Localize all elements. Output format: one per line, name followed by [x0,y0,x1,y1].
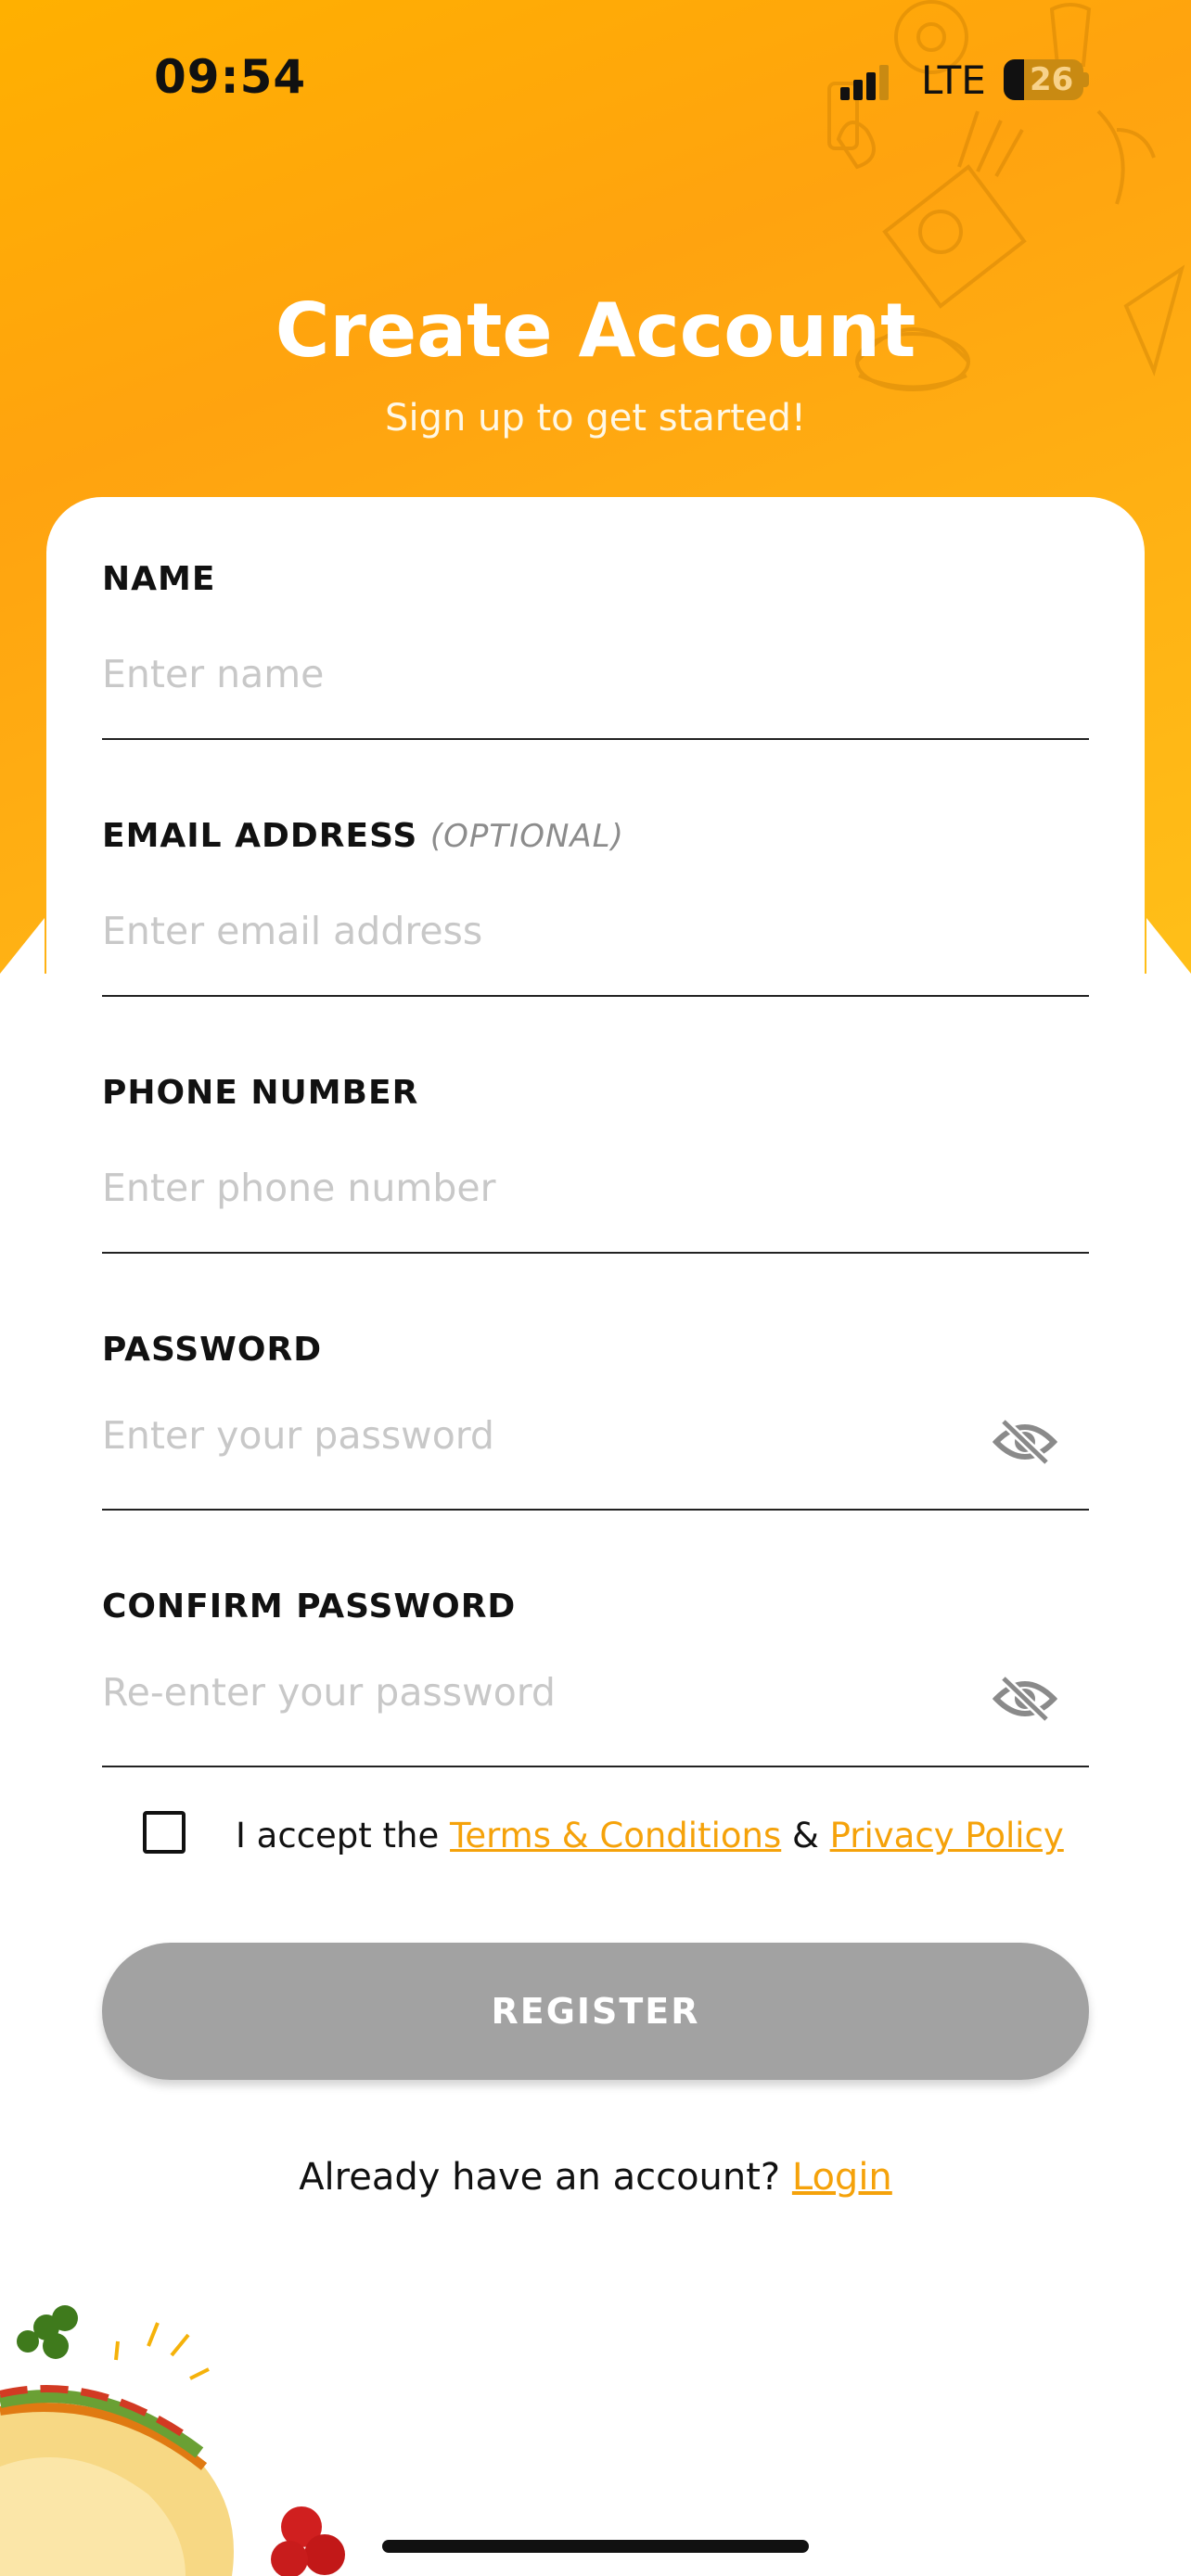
confirm-password-input[interactable] [102,1664,992,1720]
terms-text: I accept the Terms & Conditions & Privac… [236,1816,1064,1855]
phone-underline [102,1252,1089,1254]
phone-input[interactable] [102,1160,992,1216]
email-optional-label: (OPTIONAL) [429,818,624,855]
email-input[interactable] [102,903,992,959]
password-field: PASSWORD [102,1331,1089,1512]
header-corner-left [0,918,45,974]
network-type: LTE [921,57,986,103]
name-label: NAME [102,560,216,598]
confirm-password-field: CONFIRM PASSWORD [102,1588,1089,1769]
confirm-password-underline [102,1766,1089,1767]
header-corner-right [1146,918,1191,974]
confirm-password-label: CONFIRM PASSWORD [102,1588,517,1626]
phone-label: PHONE NUMBER [102,1074,419,1112]
terms-checkbox[interactable] [143,1811,186,1854]
email-field: EMAIL ADDRESS (OPTIONAL) [102,817,1089,999]
taco-illustration [0,2305,345,2576]
password-underline [102,1509,1089,1511]
name-input[interactable] [102,646,992,702]
terms-conditions-link[interactable]: Terms & Conditions [450,1816,781,1855]
battery-percentage: 26 [1030,61,1074,98]
page-title: Create Account [275,287,916,374]
phone-field: PHONE NUMBER [102,1074,1089,1256]
login-link[interactable]: Login [792,2156,892,2199]
eye-off-icon[interactable] [992,1416,1057,1468]
email-label-text: EMAIL ADDRESS [102,817,418,855]
name-underline [102,738,1089,740]
status-bar-time: 09:54 [154,50,307,104]
password-input[interactable] [102,1408,992,1463]
register-button[interactable]: REGISTER [102,1943,1089,2080]
terms-prefix: I accept the [236,1816,440,1855]
battery-tip [1083,72,1089,87]
email-label: EMAIL ADDRESS (OPTIONAL) [102,817,1089,855]
battery-level-fill [1004,59,1024,100]
page-subtitle: Sign up to get started! [385,397,806,440]
signal-icon [840,65,889,100]
name-field: NAME [102,560,1089,742]
form-card [46,497,1145,2576]
terms-separator: & [792,1816,819,1855]
login-prompt-text: Already have an account? [299,2156,781,2199]
email-underline [102,995,1089,997]
battery-icon: 26 [1004,59,1083,100]
privacy-policy-link[interactable]: Privacy Policy [830,1816,1064,1855]
eye-off-icon[interactable] [992,1673,1057,1725]
home-indicator [382,2540,809,2553]
login-prompt: Already have an account? Login [0,2156,1191,2199]
password-label: PASSWORD [102,1331,323,1369]
